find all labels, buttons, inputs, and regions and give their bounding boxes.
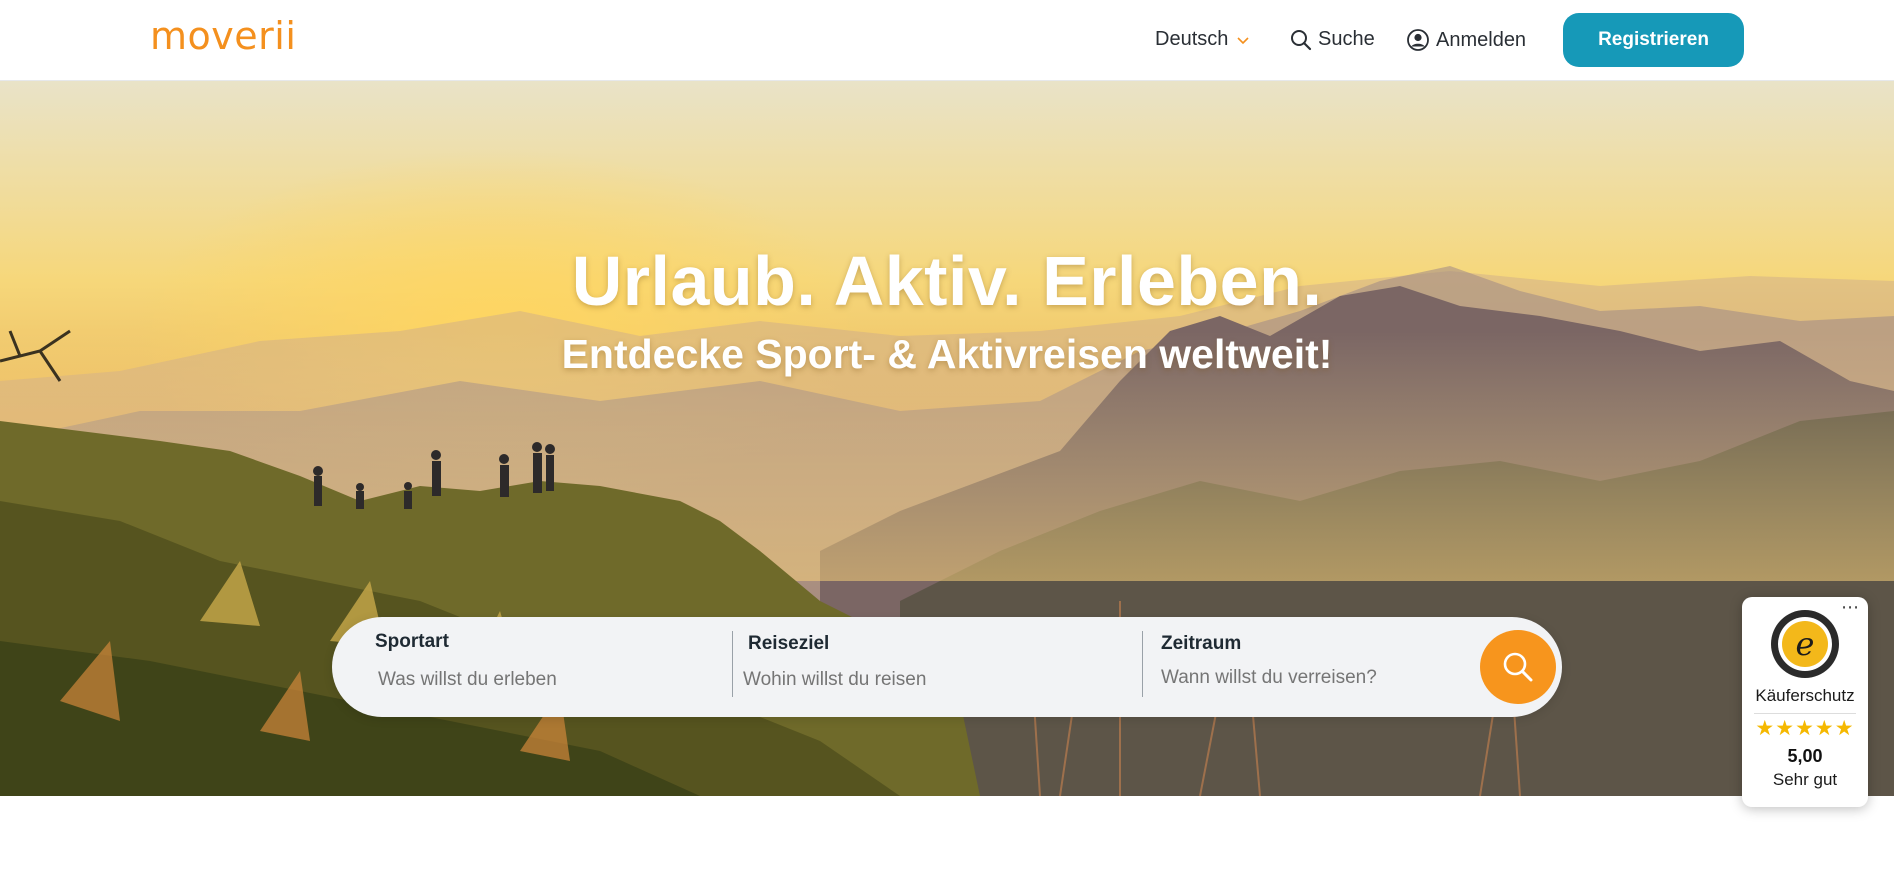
badge-separator — [1754, 713, 1856, 714]
trusted-shops-badge[interactable]: ⋯ e Käuferschutz ★★★★★ 5,00 Sehr gut — [1742, 597, 1868, 807]
destination-input[interactable] — [743, 669, 1043, 691]
login-link-label: Anmelden — [1436, 28, 1527, 51]
search-submit-button[interactable] — [1480, 630, 1556, 704]
search-link-label: Suche — [1318, 28, 1375, 50]
language-selector[interactable]: Deutsch — [1155, 28, 1250, 51]
sport-field[interactable]: Sportart — [375, 631, 730, 703]
login-link[interactable]: Anmelden — [1406, 28, 1526, 52]
site-logo[interactable]: moverii — [150, 14, 296, 58]
rating-stars: ★★★★★ — [1755, 717, 1855, 740]
rating-text: Sehr gut — [1772, 770, 1838, 789]
header-search-link[interactable]: Suche — [1290, 28, 1375, 51]
chevron-down-icon — [1237, 36, 1249, 44]
svg-text:e: e — [1796, 625, 1815, 663]
register-button[interactable]: Registrieren — [1563, 13, 1744, 67]
language-label: Deutsch — [1155, 28, 1229, 50]
more-dots-icon[interactable]: ⋯ — [1841, 597, 1860, 618]
hero-subtitle: Entdecke Sport- & Aktivreisen weltweit! — [561, 331, 1333, 377]
user-circle-icon — [1407, 29, 1429, 51]
sport-input[interactable] — [378, 669, 678, 691]
period-field[interactable]: Zeitraum — [1142, 631, 1472, 703]
destination-field-label: Reiseziel — [748, 633, 830, 654]
buyer-protection-label: Käuferschutz — [1755, 686, 1855, 705]
period-field-label: Zeitraum — [1161, 633, 1242, 654]
site-header: moverii Deutsch Suche Anmelden Registrie… — [0, 0, 1894, 81]
trusted-shops-seal-icon: e — [1771, 610, 1839, 678]
trip-search-bar: Sportart Reiseziel Zeitraum — [332, 617, 1562, 717]
period-input[interactable] — [1161, 667, 1461, 689]
search-icon — [1503, 652, 1533, 682]
search-icon — [1291, 29, 1312, 50]
hero-title: Urlaub. Aktiv. Erleben. — [571, 242, 1323, 320]
sport-field-label: Sportart — [375, 631, 449, 652]
hero-section: Urlaub. Aktiv. Erleben. Entdecke Sport- … — [0, 81, 1894, 796]
destination-field[interactable]: Reiseziel — [732, 631, 1142, 703]
rating-score: 5,00 — [1787, 746, 1823, 766]
